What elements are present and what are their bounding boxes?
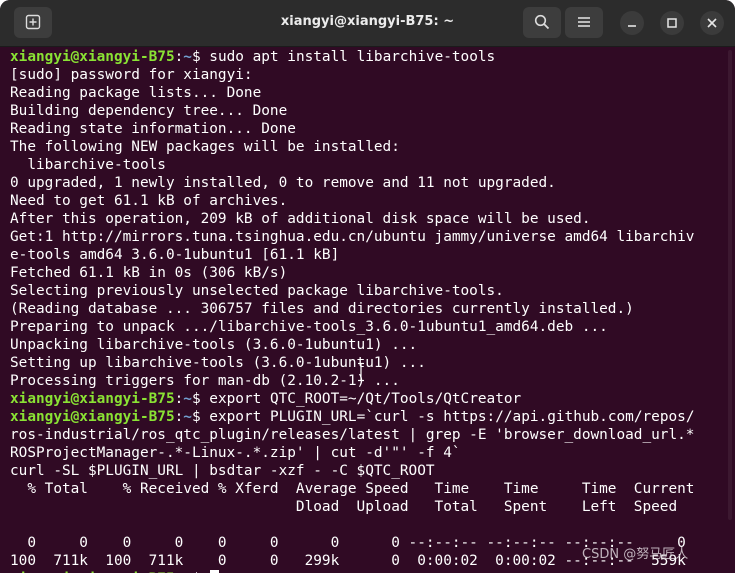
text-cursor-ibeam-icon (358, 362, 364, 382)
scrollbar[interactable] (728, 50, 732, 520)
prompt-dollar: $ (191, 391, 201, 407)
prompt-colon: : (174, 49, 184, 65)
output-line: Fetched 61.1 kB in 0s (306 kB/s) (10, 265, 288, 281)
output-line: curl -SL $PLUGIN_URL | bsdtar -xzf - -C … (10, 463, 435, 479)
close-button[interactable] (700, 11, 724, 35)
output-line: The following NEW packages will be insta… (10, 139, 400, 155)
output-line: ros-industrial/ros_qtc_plugin/releases/l… (10, 427, 695, 443)
window-title: xiangyi@xiangyi-B75: ~ (280, 14, 455, 29)
output-line: (Reading database ... 306757 files and d… (10, 301, 634, 317)
output-line: Reading state information... Done (10, 121, 296, 137)
output-line: % Total % Received % Xferd Average Speed… (10, 481, 695, 497)
output-line: Processing triggers for man-db (2.10.2-1… (10, 373, 400, 389)
command-text: export PLUGIN_URL=`curl -s https://api.g… (200, 409, 695, 425)
prompt-user-host: xiangyi@xiangyi-B75 (10, 391, 175, 407)
prompt-dollar: $ (191, 409, 201, 425)
prompt-line: xiangyi@xiangyi-B75:~$ export PLUGIN_URL… (10, 408, 694, 426)
close-icon (707, 18, 717, 28)
prompt-line: xiangyi@xiangyi-B75:~$ sudo apt install … (10, 48, 495, 66)
minimize-button[interactable] (620, 11, 644, 35)
prompt-colon: : (174, 409, 184, 425)
hamburger-menu-icon (578, 17, 590, 27)
prompt-path: ~ (183, 49, 192, 65)
output-line: [sudo] password for xiangyi: (10, 67, 253, 83)
output-line: ROSProjectManager-.*-Linux-.*.zip' | cut… (10, 445, 461, 461)
new-tab-button[interactable] (14, 7, 52, 38)
prompt-path: ~ (183, 409, 192, 425)
maximize-button[interactable] (660, 11, 684, 35)
terminal-window: xiangyi@xiangyi-B75: ~ xiangyi@xiangyi-B… (0, 0, 735, 573)
output-line: Need to get 61.1 kB of archives. (10, 193, 288, 209)
output-line: 0 upgraded, 1 newly installed, 0 to remo… (10, 175, 556, 191)
watermark-text: CSDN @努马匠人 (582, 547, 689, 562)
maximize-icon (667, 18, 677, 28)
minimize-icon (628, 25, 636, 27)
search-button[interactable] (523, 7, 561, 38)
search-icon (534, 14, 550, 30)
prompt-colon: : (174, 391, 184, 407)
menu-button[interactable] (565, 7, 603, 38)
title-bar: xiangyi@xiangyi-B75: ~ (0, 0, 735, 47)
output-line: Dload Upload Total Spent Left Speed (10, 499, 678, 515)
prompt-dollar: $ (191, 49, 201, 65)
command-text: export QTC_ROOT=~/Qt/Tools/QtCreator (200, 391, 522, 407)
new-tab-icon (25, 14, 41, 30)
output-line: Building dependency tree... Done (10, 103, 288, 119)
output-line: libarchive-tools (10, 157, 166, 173)
terminal-output[interactable]: xiangyi@xiangyi-B75:~$ sudo apt install … (10, 48, 724, 573)
output-line: After this operation, 209 kB of addition… (10, 211, 591, 227)
prompt-path: ~ (183, 391, 192, 407)
output-line: Unpacking libarchive-tools (3.6.0-1ubunt… (10, 337, 418, 353)
output-line: Get:1 http://mirrors.tuna.tsinghua.edu.c… (10, 229, 695, 245)
output-line: e-tools amd64 3.6.0-1ubuntu1 [61.1 kB] (10, 247, 340, 263)
output-line: Reading package lists... Done (10, 85, 262, 101)
output-line: Selecting previously unselected package … (10, 283, 504, 299)
command-text: sudo apt install libarchive-tools (200, 49, 496, 65)
output-line: Preparing to unpack .../libarchive-tools… (10, 319, 608, 335)
prompt-line: xiangyi@xiangyi-B75:~$ export QTC_ROOT=~… (10, 390, 521, 408)
prompt-user-host: xiangyi@xiangyi-B75 (10, 409, 175, 425)
prompt-user-host: xiangyi@xiangyi-B75 (10, 49, 175, 65)
